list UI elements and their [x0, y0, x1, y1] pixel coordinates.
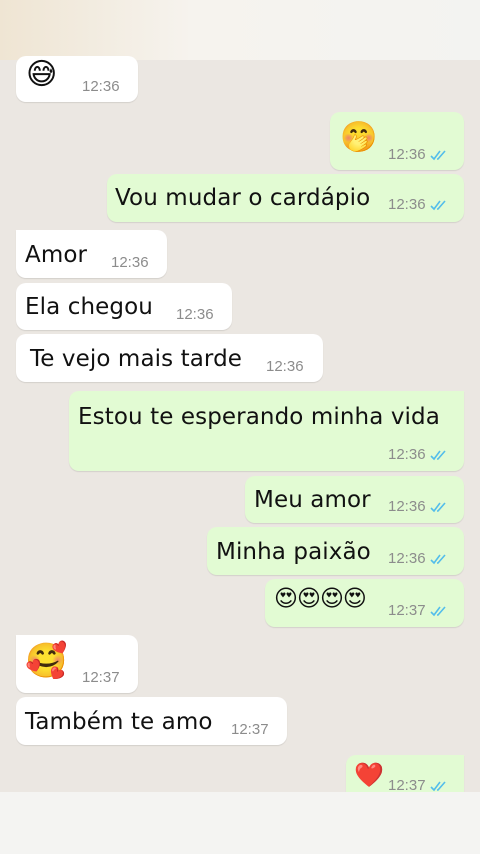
message-bubble-outgoing[interactable]: ❤️ 12:37	[346, 755, 464, 792]
message-time: 12:36	[82, 78, 120, 95]
read-double-check-icon	[429, 780, 446, 791]
message-time: 12:37	[388, 602, 448, 619]
message-bubble-incoming[interactable]: 🥰 12:37	[16, 635, 138, 693]
emoji-sweat-smile: 😅	[26, 57, 58, 92]
bottom-banner	[0, 792, 480, 854]
message-bubble-outgoing[interactable]: Minha paixão 12:36	[207, 527, 464, 575]
message-bubble-outgoing[interactable]: Vou mudar o cardápio 12:36	[107, 174, 464, 222]
emoji-smiling-hearts: 🥰	[25, 641, 68, 681]
message-time: 12:36	[388, 196, 448, 213]
message-time: 12:36	[388, 498, 448, 515]
message-time: 12:36	[266, 358, 304, 375]
message-bubble-outgoing[interactable]: 😍😍😍😍 12:37	[265, 579, 464, 627]
message-time: 12:36	[111, 254, 149, 271]
message-time: 12:36	[388, 550, 448, 567]
message-text: Minha paixão	[216, 539, 371, 565]
message-text: Vou mudar o cardápio	[115, 185, 371, 211]
message-time: 12:37	[388, 777, 448, 792]
message-text: Também te amo	[25, 709, 213, 735]
read-double-check-icon	[429, 199, 446, 210]
message-bubble-incoming[interactable]: Ela chegou 12:36	[16, 283, 232, 330]
message-bubble-outgoing[interactable]: 🤭 12:36	[330, 112, 464, 170]
message-time: 12:36	[176, 306, 214, 323]
message-bubble-incoming[interactable]: Amor 12:36	[16, 230, 167, 278]
read-double-check-icon	[429, 605, 446, 616]
message-text: Te vejo mais tarde	[30, 346, 243, 372]
message-time: 12:36	[388, 146, 448, 163]
read-double-check-icon	[429, 501, 446, 512]
message-time: 12:37	[82, 669, 120, 686]
chat-messages[interactable]: 😅 12:36 🤭 12:36 Vou mudar o cardápio 12:…	[0, 0, 480, 792]
message-bubble-outgoing[interactable]: Meu amor 12:36	[245, 476, 464, 523]
emoji-heart-eyes: 😍😍😍😍	[274, 586, 367, 612]
emoji-hand-over-mouth: 🤭	[340, 120, 378, 155]
message-bubble-incoming[interactable]: Te vejo mais tarde 12:36	[16, 334, 323, 382]
read-double-check-icon	[429, 553, 446, 564]
emoji-red-heart: ❤️	[354, 761, 384, 789]
message-bubble-outgoing[interactable]: Estou te esperando minha vida 12:36	[69, 391, 464, 471]
message-text: Estou te esperando minha vida	[78, 404, 440, 430]
chat-screen: 😅 12:36 🤭 12:36 Vou mudar o cardápio 12:…	[0, 0, 480, 854]
message-time: 12:36	[388, 446, 448, 463]
read-double-check-icon	[429, 149, 446, 160]
message-text: Ela chegou	[25, 294, 153, 320]
message-bubble-incoming[interactable]: 😅 12:36	[16, 56, 138, 102]
message-bubble-incoming[interactable]: Também te amo 12:37	[16, 697, 287, 745]
read-double-check-icon	[429, 449, 446, 460]
message-text: Meu amor	[254, 487, 371, 513]
message-text: Amor	[25, 242, 88, 268]
message-time: 12:37	[231, 721, 269, 738]
